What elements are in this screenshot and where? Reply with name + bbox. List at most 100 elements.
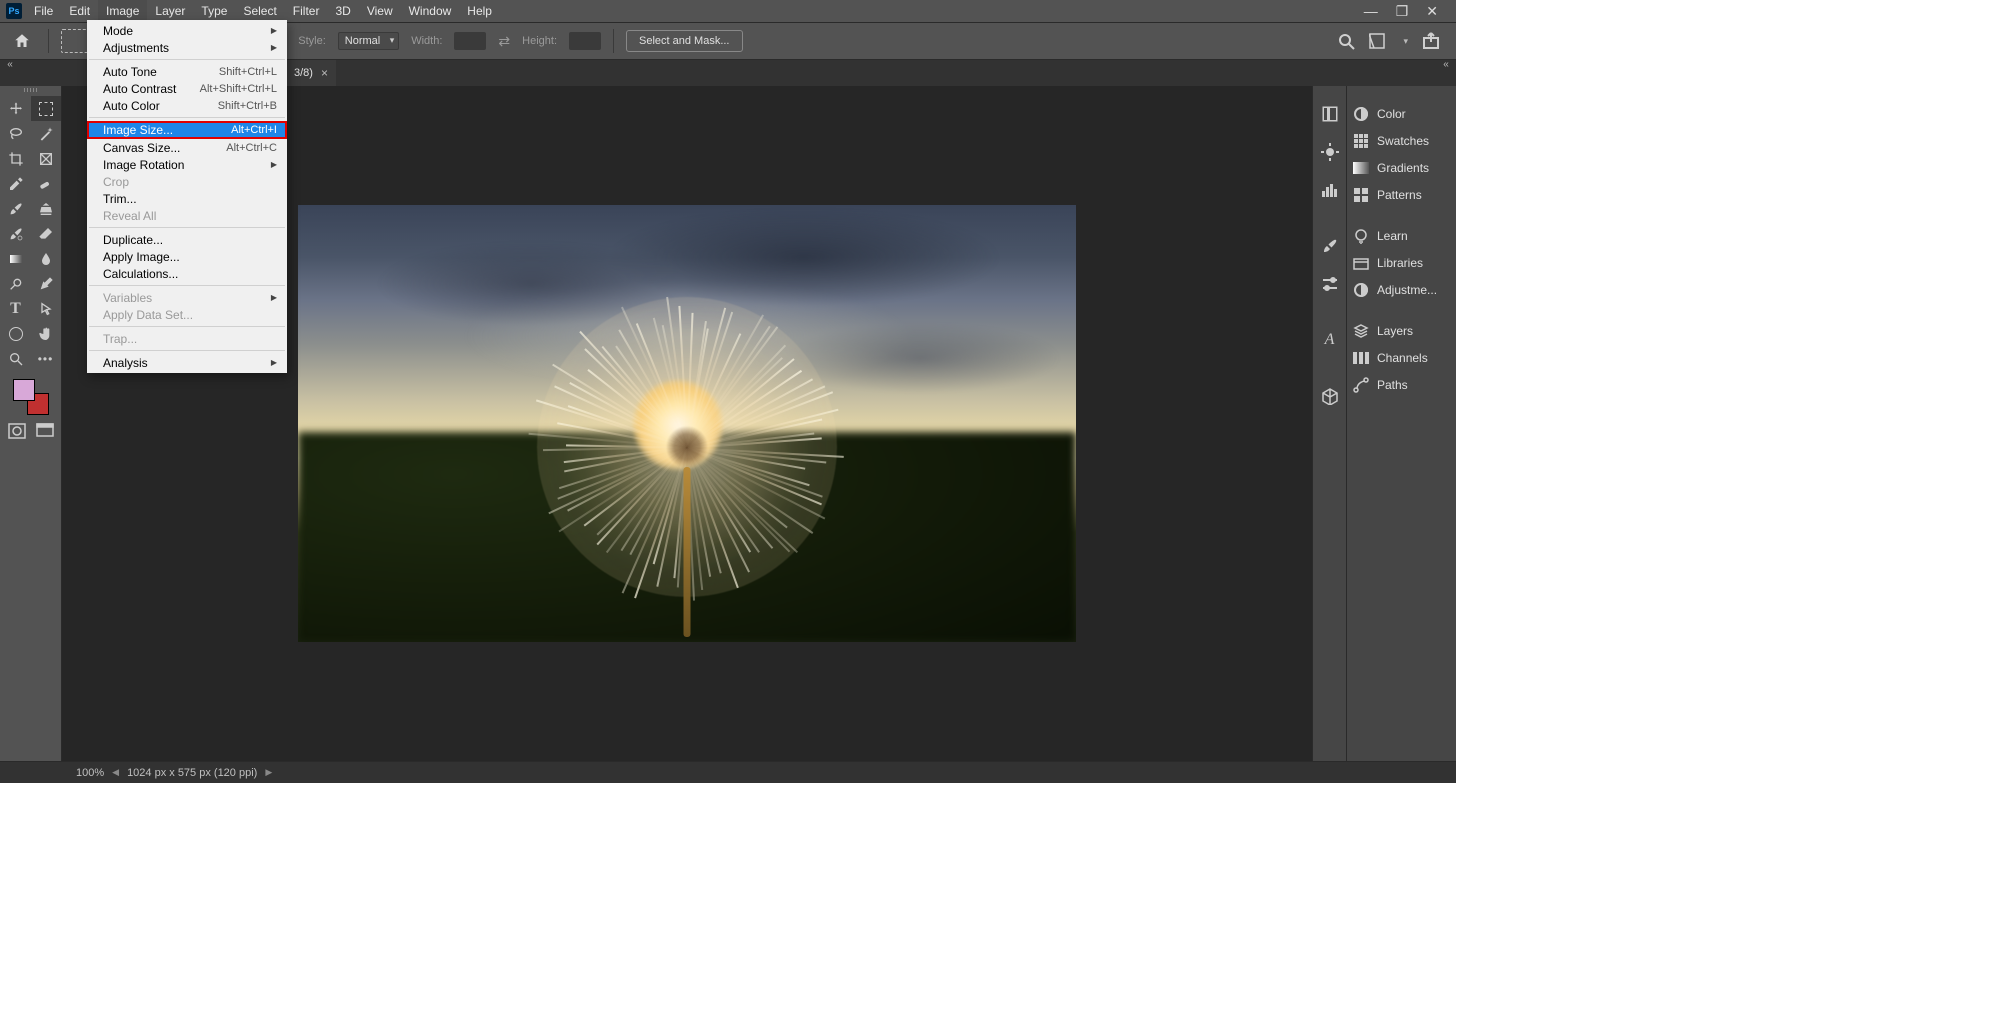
edit-toolbar-button[interactable]: ••• <box>31 346 61 371</box>
dodge-tool[interactable] <box>1 271 31 296</box>
move-tool[interactable] <box>1 96 31 121</box>
screen-mode-icon[interactable] <box>36 423 54 439</box>
workspace-switcher-icon[interactable] <box>1369 32 1389 50</box>
menu-3d[interactable]: 3D <box>327 0 358 22</box>
menu-item-reveal-all: Reveal All <box>87 207 287 224</box>
swap-dimensions-icon[interactable]: ⇄ <box>498 33 510 50</box>
color-swatches[interactable] <box>13 379 49 415</box>
blur-tool[interactable] <box>31 246 61 271</box>
style-select[interactable]: Normal <box>338 32 399 50</box>
foreground-color-swatch[interactable] <box>13 379 35 401</box>
histogram-panel-icon[interactable] <box>1317 176 1343 204</box>
menu-file[interactable]: File <box>26 0 61 22</box>
menu-item-trim[interactable]: Trim... <box>87 190 287 207</box>
menu-view[interactable]: View <box>359 0 401 22</box>
search-icon[interactable] <box>1337 32 1355 50</box>
document-tab-close-icon[interactable]: × <box>321 66 328 80</box>
window-close-button[interactable]: ✕ <box>1426 3 1438 20</box>
menu-item-apply-data-set: Apply Data Set... <box>87 306 287 323</box>
menu-item-adjustments[interactable]: Adjustments <box>87 39 287 56</box>
select-and-mask-button[interactable]: Select and Mask... <box>626 30 743 52</box>
eyedropper-tool[interactable] <box>1 171 31 196</box>
menu-image[interactable]: Image <box>98 0 147 22</box>
status-expand-left-icon[interactable]: ◀ <box>112 767 119 778</box>
history-panel-icon[interactable] <box>1317 100 1343 128</box>
menu-item-apply-image[interactable]: Apply Image... <box>87 248 287 265</box>
clone-stamp-tool[interactable] <box>31 196 61 221</box>
menu-edit[interactable]: Edit <box>61 0 98 22</box>
workspace-chevron-icon[interactable]: ▾ <box>1403 36 1408 47</box>
path-selection-tool[interactable] <box>31 296 61 321</box>
tool-context-marquee-icon[interactable] <box>61 29 89 53</box>
menu-item-mode[interactable]: Mode <box>87 22 287 39</box>
character-panel-icon[interactable]: A <box>1317 326 1343 354</box>
window-maximize-button[interactable]: ❐ <box>1396 3 1409 20</box>
document-tab-label: 3/8) <box>294 67 313 79</box>
layers-panel-tab[interactable]: Layers <box>1347 317 1456 344</box>
zoom-tool[interactable] <box>1 346 31 371</box>
home-button[interactable] <box>8 29 36 53</box>
menu-item-duplicate[interactable]: Duplicate... <box>87 231 287 248</box>
menu-item-trap: Trap... <box>87 330 287 347</box>
menu-item-auto-contrast[interactable]: Auto ContrastAlt+Shift+Ctrl+L <box>87 80 287 97</box>
menu-filter[interactable]: Filter <box>285 0 328 22</box>
menu-help[interactable]: Help <box>459 0 500 22</box>
gradients-icon <box>1353 160 1369 176</box>
brushes-panel-icon[interactable] <box>1317 232 1343 260</box>
menu-window[interactable]: Window <box>401 0 460 22</box>
magic-wand-tool[interactable] <box>31 121 61 146</box>
patterns-panel-tab[interactable]: Patterns <box>1347 181 1456 208</box>
ps-logo: Ps <box>6 3 22 19</box>
properties-panel-icon[interactable] <box>1317 138 1343 166</box>
3d-panel-icon[interactable] <box>1317 382 1343 410</box>
menu-type[interactable]: Type <box>193 0 235 22</box>
left-dock-collapse-handle[interactable]: « <box>4 58 16 70</box>
color-panel-tab[interactable]: Color <box>1347 100 1456 127</box>
gradient-tool[interactable] <box>1 246 31 271</box>
brush-settings-panel-icon[interactable] <box>1317 270 1343 298</box>
type-tool[interactable]: T <box>1 296 31 321</box>
channels-panel-tab[interactable]: Channels <box>1347 344 1456 371</box>
height-field[interactable] <box>569 32 601 50</box>
paths-panel-tab[interactable]: Paths <box>1347 371 1456 398</box>
panel-dock-2: Color Swatches Gradients Patterns Learn … <box>1346 86 1456 761</box>
lasso-tool[interactable] <box>1 121 31 146</box>
document-tab[interactable]: 3/8) × <box>286 60 336 86</box>
eraser-tool[interactable] <box>31 221 61 246</box>
pen-tool[interactable] <box>31 271 61 296</box>
menu-item-auto-color[interactable]: Auto ColorShift+Ctrl+B <box>87 97 287 114</box>
menu-item-calculations[interactable]: Calculations... <box>87 265 287 282</box>
healing-brush-tool[interactable] <box>31 171 61 196</box>
brush-tool[interactable] <box>1 196 31 221</box>
menu-item-image-rotation[interactable]: Image Rotation <box>87 156 287 173</box>
style-label: Style: <box>298 35 326 47</box>
patterns-icon <box>1353 187 1369 203</box>
status-expand-right-icon[interactable]: ▶ <box>265 767 272 778</box>
libraries-panel-tab[interactable]: Libraries <box>1347 249 1456 276</box>
shape-tool[interactable] <box>1 321 31 346</box>
menu-item-auto-tone[interactable]: Auto ToneShift+Ctrl+L <box>87 63 287 80</box>
status-bar: 100% ◀ 1024 px x 575 px (120 ppi) ▶ <box>0 761 1456 783</box>
quick-mask-icon[interactable] <box>8 423 26 439</box>
share-icon[interactable] <box>1422 32 1440 50</box>
menu-layer[interactable]: Layer <box>147 0 193 22</box>
zoom-level[interactable]: 100% <box>76 767 104 779</box>
window-minimize-button[interactable]: — <box>1364 3 1378 20</box>
canvas-image <box>298 205 1076 642</box>
crop-tool[interactable] <box>1 146 31 171</box>
menu-item-analysis[interactable]: Analysis <box>87 354 287 371</box>
right-dock-collapse-handle[interactable]: « <box>1440 58 1452 70</box>
hand-tool[interactable] <box>31 321 61 346</box>
width-field[interactable] <box>454 32 486 50</box>
history-brush-tool[interactable] <box>1 221 31 246</box>
rectangular-marquee-tool[interactable] <box>31 96 61 121</box>
learn-panel-tab[interactable]: Learn <box>1347 222 1456 249</box>
frame-tool[interactable] <box>31 146 61 171</box>
adjustments-icon <box>1353 282 1369 298</box>
menu-select[interactable]: Select <box>235 0 284 22</box>
adjustments-panel-tab[interactable]: Adjustme... <box>1347 276 1456 303</box>
menu-item-image-size[interactable]: Image Size...Alt+Ctrl+I <box>87 121 287 139</box>
menu-item-canvas-size[interactable]: Canvas Size...Alt+Ctrl+C <box>87 139 287 156</box>
gradients-panel-tab[interactable]: Gradients <box>1347 154 1456 181</box>
swatches-panel-tab[interactable]: Swatches <box>1347 127 1456 154</box>
